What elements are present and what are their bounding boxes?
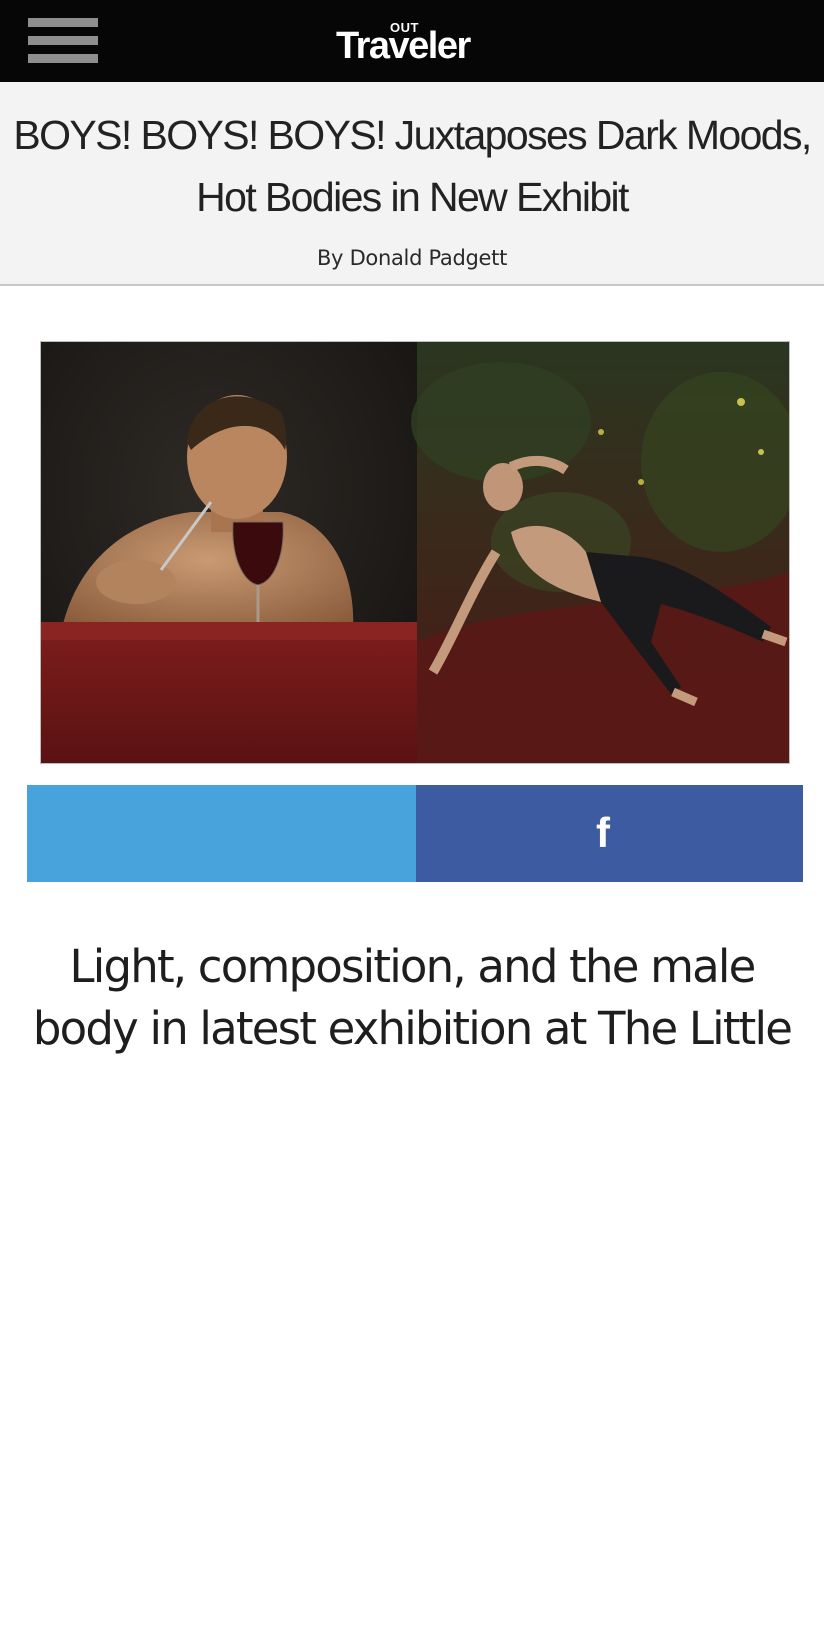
article-headline: BOYS! BOYS! BOYS! Juxtaposes Dark Moods,…	[0, 104, 824, 228]
hero-image-artwork	[41, 342, 789, 763]
menu-bar-bottom	[28, 54, 98, 63]
headline-line-1: BOYS! BOYS! BOYS! Juxtaposes Dark Moods,	[13, 112, 812, 158]
article-byline[interactable]: By Donald Padgett	[0, 246, 824, 270]
top-nav-bar: OUT Traveler	[0, 0, 824, 82]
subhead-line-2: body in latest exhibition at The Little	[32, 1002, 793, 1055]
menu-bar-top	[28, 18, 98, 27]
site-logo[interactable]: OUT Traveler	[336, 14, 506, 70]
menu-bar-middle	[28, 36, 98, 45]
hamburger-menu-icon[interactable]	[28, 18, 98, 64]
twitter-bird-icon	[223, 1598, 271, 1637]
facebook-f-icon: f	[596, 809, 610, 856]
logo-wordmark: Traveler	[336, 25, 471, 67]
article-hero-image	[40, 341, 790, 764]
twitter-share-button[interactable]	[27, 785, 416, 1637]
headline-line-2: Hot Bodies in New Exhibit	[196, 174, 629, 220]
subhead-line-1: Light, composition, and the male	[69, 940, 757, 993]
article-subheadline: Light, composition, and the male body in…	[0, 936, 824, 1060]
facebook-share-button[interactable]: f	[416, 785, 803, 882]
